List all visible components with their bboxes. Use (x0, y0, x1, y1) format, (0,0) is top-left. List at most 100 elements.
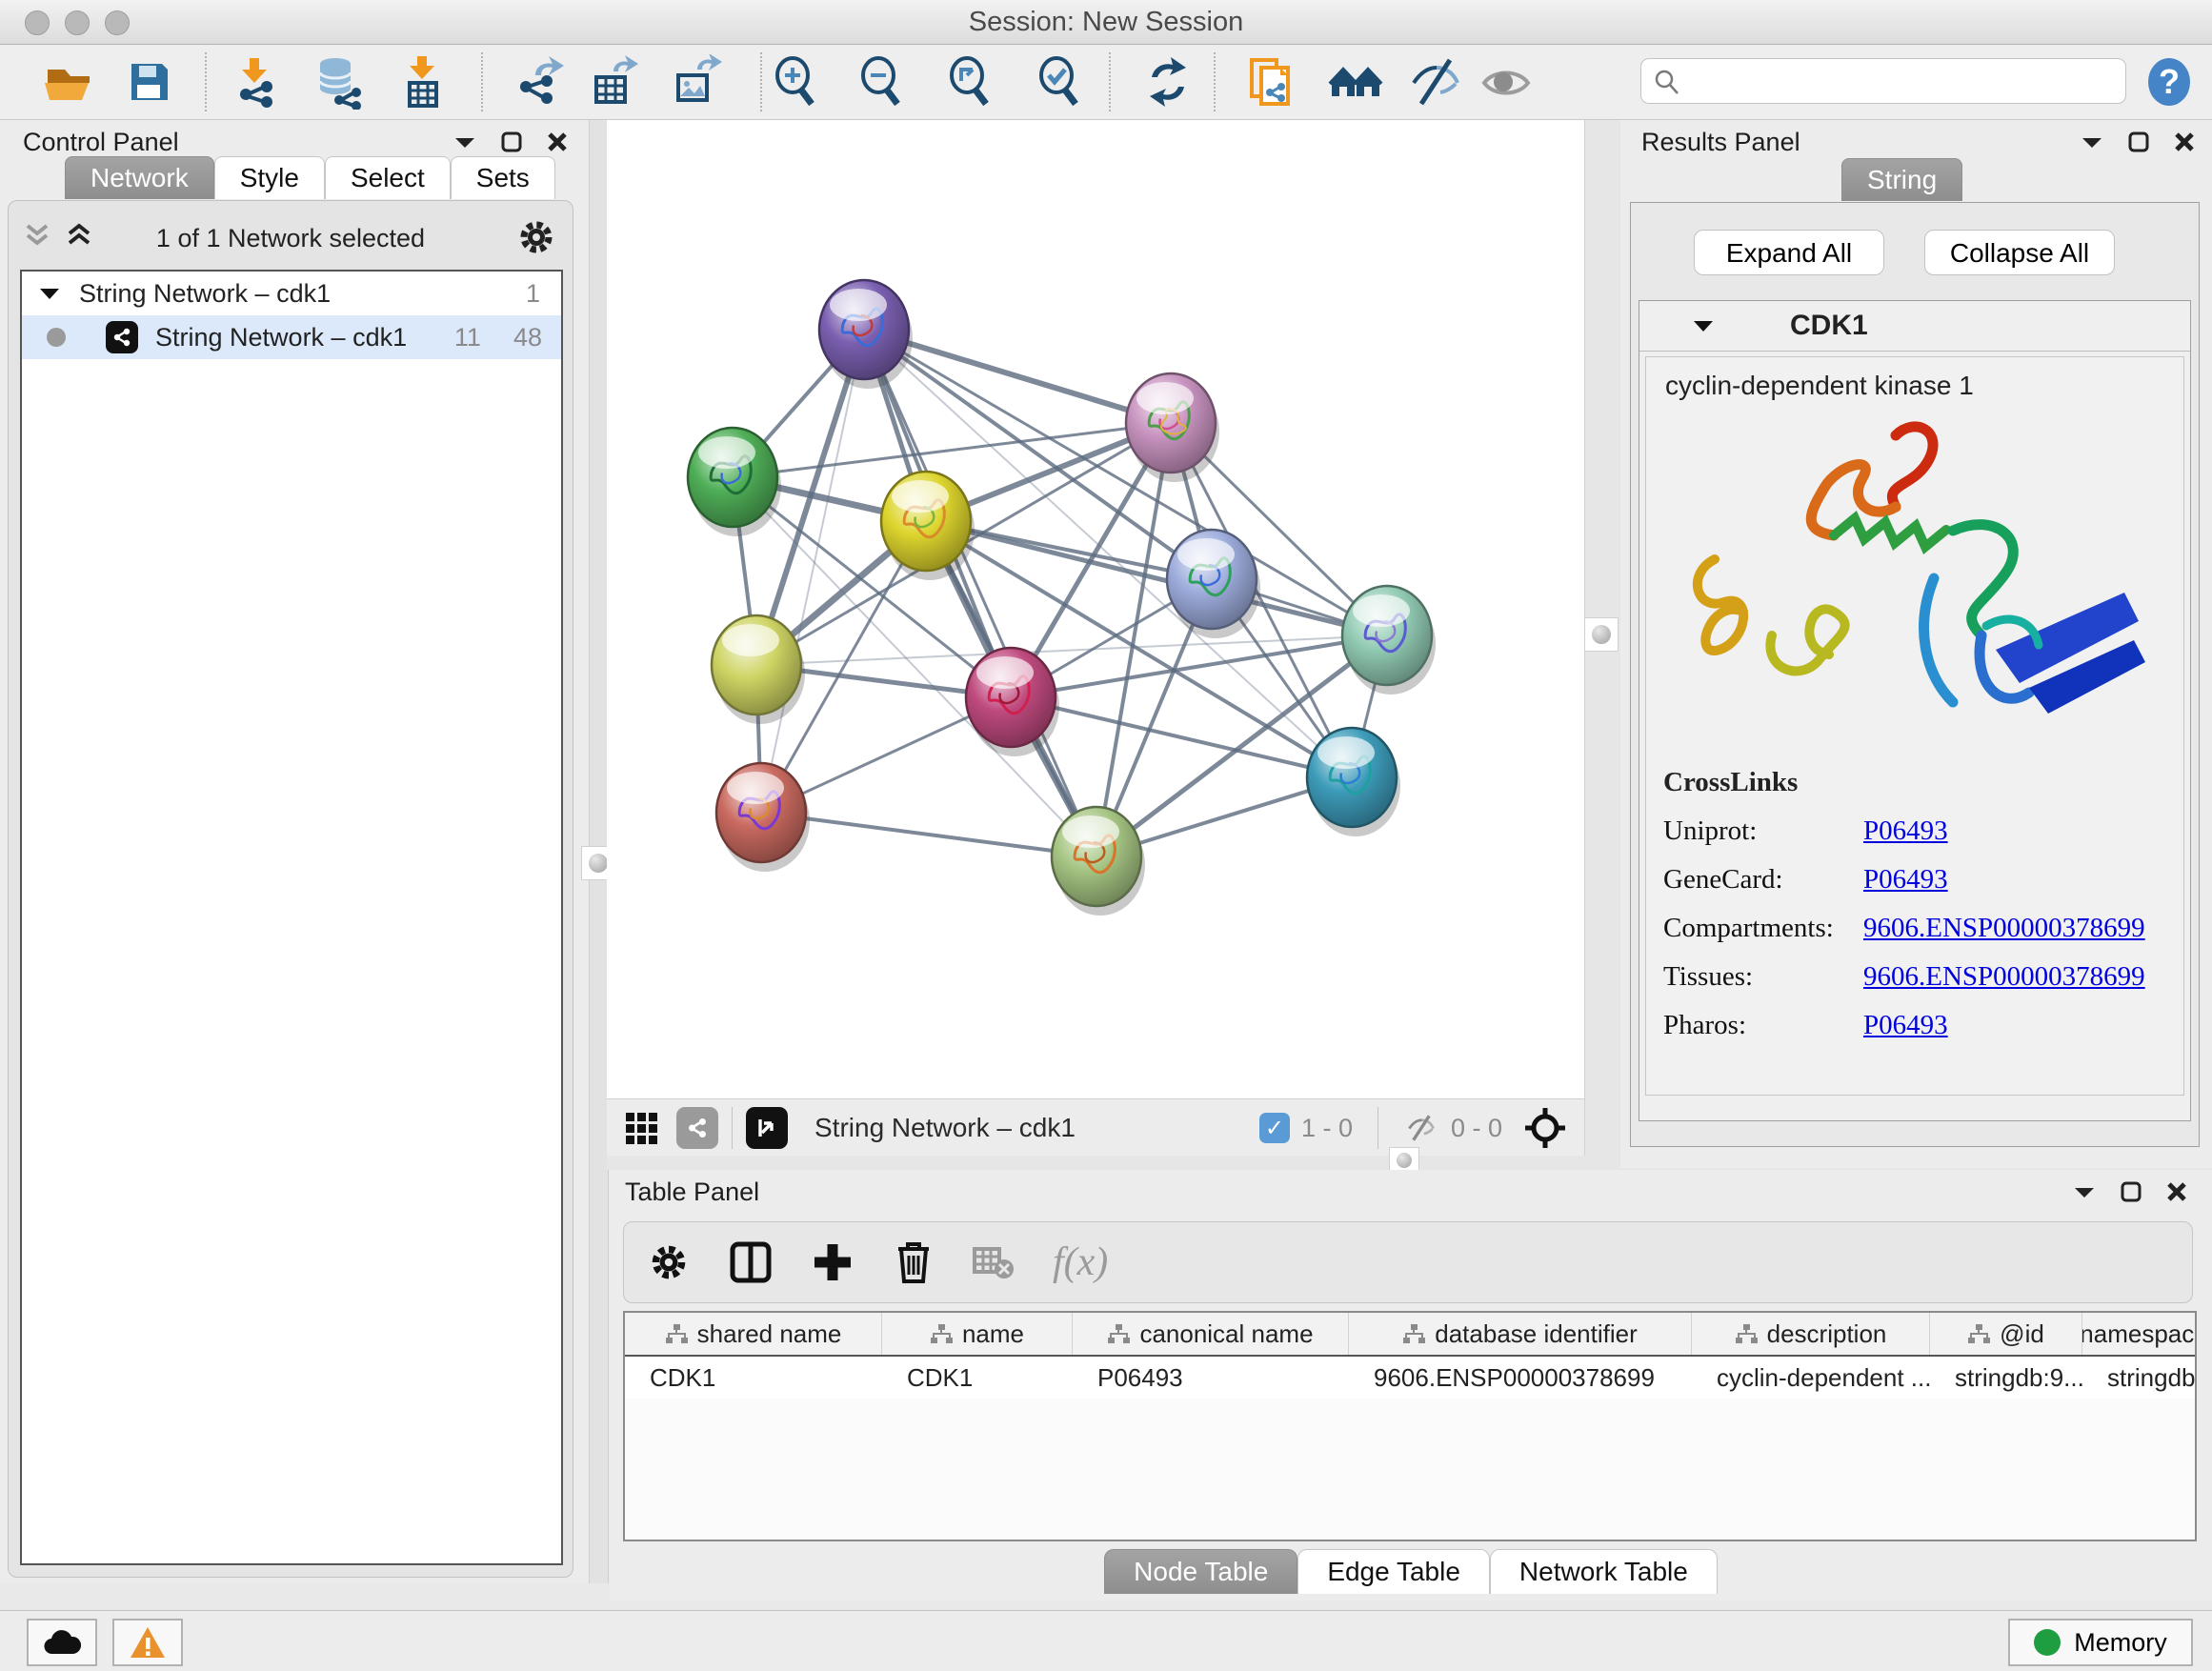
crosslink-link[interactable]: P06493 (1863, 1010, 1948, 1041)
tab-node-table[interactable]: Node Table (1104, 1549, 1297, 1594)
crosslink-row: Tissues:9606.ENSP00000378699 (1663, 961, 2145, 993)
edge-CCNA2-CDKN1A[interactable] (1011, 697, 1352, 777)
zoom-fit-button[interactable] (942, 54, 997, 110)
cell-canonical-name[interactable]: P06493 (1073, 1357, 1349, 1399)
close-panel-icon[interactable] (2174, 131, 2195, 152)
collection-expand-icon[interactable] (39, 286, 60, 301)
network-graph[interactable]: CCNB2CCNA1CDC25BCDK1CDC6RB1CCNB1CCNA2CDK… (607, 120, 1584, 1098)
expand-all-button[interactable]: Expand All (1694, 230, 1884, 275)
column-header-canonical-name[interactable]: canonical name (1073, 1313, 1349, 1355)
edge-CCNB2-CCNE1[interactable] (864, 330, 1096, 856)
undock-panel-icon[interactable] (2121, 1181, 2142, 1202)
section-collapse-icon[interactable] (1693, 318, 1714, 333)
tab-select[interactable]: Select (325, 156, 451, 199)
node-CCNA1[interactable] (1126, 373, 1219, 482)
node-CDC25B[interactable] (688, 428, 781, 536)
network-row-selected[interactable]: String Network – cdk1 11 48 (22, 315, 561, 359)
tab-edge-table[interactable]: Edge Table (1297, 1549, 1490, 1594)
hide-details-button[interactable] (1408, 54, 1463, 110)
export-table-button[interactable] (585, 54, 640, 110)
node-HIST1H1A[interactable] (716, 763, 810, 872)
column-header-description[interactable]: description (1692, 1313, 1930, 1355)
node-CDK1[interactable] (881, 472, 975, 580)
column-header-shared-name[interactable]: shared name (625, 1313, 882, 1355)
cell-shared-name[interactable]: CDK1 (625, 1357, 882, 1399)
grid-mode-icon[interactable] (626, 1113, 657, 1144)
delete-column-trash-icon[interactable] (893, 1239, 935, 1285)
network-canvas[interactable]: CCNB2CCNA1CDC25BCDK1CDC6RB1CCNB1CCNA2CDK… (607, 120, 1584, 1098)
help-button[interactable]: ? (2142, 54, 2197, 110)
node-CDKN1A[interactable] (1307, 728, 1400, 836)
node-table[interactable]: shared namenamecanonical namedatabase id… (623, 1311, 2197, 1541)
cell-namespace[interactable]: stringdb (2082, 1357, 2197, 1399)
cell-database-identifier[interactable]: 9606.ENSP00000378699 (1349, 1357, 1692, 1399)
right-splitter-handle[interactable] (1584, 617, 1619, 652)
import-table-file-button[interactable] (394, 54, 450, 110)
cell--id[interactable]: stringdb:9... (1930, 1357, 2082, 1399)
node-CCNB1[interactable] (712, 615, 805, 724)
network-collection-row[interactable]: String Network – cdk1 1 (22, 272, 561, 315)
function-builder-icon[interactable]: f(x) (1053, 1239, 1108, 1285)
node-CCNA2[interactable] (966, 648, 1059, 756)
edge-CCNB2-HIST1H1A[interactable] (761, 330, 864, 813)
tab-network-table[interactable]: Network Table (1490, 1549, 1718, 1594)
first-neighbors-button[interactable] (1328, 54, 1383, 110)
node-CCNB2[interactable] (819, 280, 913, 389)
delete-table-icon[interactable] (973, 1243, 1015, 1281)
save-session-button[interactable] (122, 54, 177, 110)
zoom-selected-button[interactable] (1032, 54, 1087, 110)
crosslink-link[interactable]: P06493 (1863, 864, 1948, 896)
float-panel-icon[interactable] (2081, 134, 2103, 150)
zoom-in-button[interactable] (768, 54, 823, 110)
birdseye-view-icon[interactable] (746, 1107, 788, 1149)
cloud-status-button[interactable] (27, 1619, 97, 1666)
table-settings-gear-icon[interactable] (647, 1240, 691, 1284)
zoom-out-button[interactable] (854, 54, 909, 110)
create-column-plus-icon[interactable] (811, 1240, 855, 1284)
tab-network[interactable]: Network (65, 156, 214, 199)
node-CDC6[interactable] (1167, 530, 1260, 638)
warnings-button[interactable] (112, 1619, 183, 1666)
float-panel-icon[interactable] (453, 134, 476, 150)
cell-name[interactable]: CDK1 (882, 1357, 1073, 1399)
node-CCNE1[interactable] (1052, 807, 1145, 916)
import-network-database-button[interactable] (311, 54, 366, 110)
network-options-gear-icon[interactable] (515, 216, 557, 258)
memory-button[interactable]: Memory (2008, 1619, 2193, 1666)
import-network-file-button[interactable] (227, 54, 282, 110)
column-header--id[interactable]: @id (1930, 1313, 2082, 1355)
close-panel-icon[interactable] (547, 131, 568, 152)
undock-panel-icon[interactable] (501, 131, 522, 152)
edge-HIST1H1A-CCNE1[interactable] (761, 813, 1096, 856)
table-row[interactable]: CDK1CDK1P064939606.ENSP00000378699cyclin… (625, 1357, 2195, 1399)
export-network-button[interactable] (511, 54, 566, 110)
show-details-button[interactable] (1478, 54, 1534, 110)
tab-string[interactable]: String (1841, 158, 1962, 201)
undock-panel-icon[interactable] (2128, 131, 2149, 152)
cell-description[interactable]: cyclin-dependent ... (1692, 1357, 1930, 1399)
show-hide-columns-icon[interactable] (729, 1240, 773, 1284)
column-header-database-identifier[interactable]: database identifier (1349, 1313, 1692, 1355)
selected-checkbox-icon[interactable]: ✓ (1259, 1113, 1290, 1143)
crosslink-link[interactable]: 9606.ENSP00000378699 (1863, 961, 2145, 993)
close-panel-icon[interactable] (2166, 1181, 2187, 1202)
string-view-icon[interactable] (676, 1107, 718, 1149)
node-RB1[interactable] (1342, 586, 1436, 695)
collapse-all-button[interactable]: Collapse All (1924, 230, 2115, 275)
column-header-name[interactable]: name (882, 1313, 1073, 1355)
open-session-button[interactable] (40, 54, 95, 110)
crosslink-link[interactable]: 9606.ENSP00000378699 (1863, 913, 2145, 944)
refresh-layout-button[interactable] (1140, 54, 1196, 110)
search-input[interactable] (1691, 61, 2114, 99)
tab-sets[interactable]: Sets (451, 156, 555, 199)
fit-selection-crosshair-icon[interactable] (1523, 1106, 1567, 1150)
crosslink-link[interactable]: P06493 (1863, 815, 1948, 847)
float-panel-icon[interactable] (2073, 1184, 2096, 1199)
column-header-namespace[interactable]: namespace (2082, 1313, 2197, 1355)
network-selected-status: 1 of 1 Network selected (9, 224, 573, 253)
tab-style[interactable]: Style (214, 156, 325, 199)
protein-section-header[interactable]: CDK1 (1639, 301, 2190, 352)
network-copy-button[interactable] (1244, 54, 1299, 110)
protein-description: cyclin-dependent kinase 1 (1646, 357, 2183, 401)
export-image-button[interactable] (667, 54, 722, 110)
